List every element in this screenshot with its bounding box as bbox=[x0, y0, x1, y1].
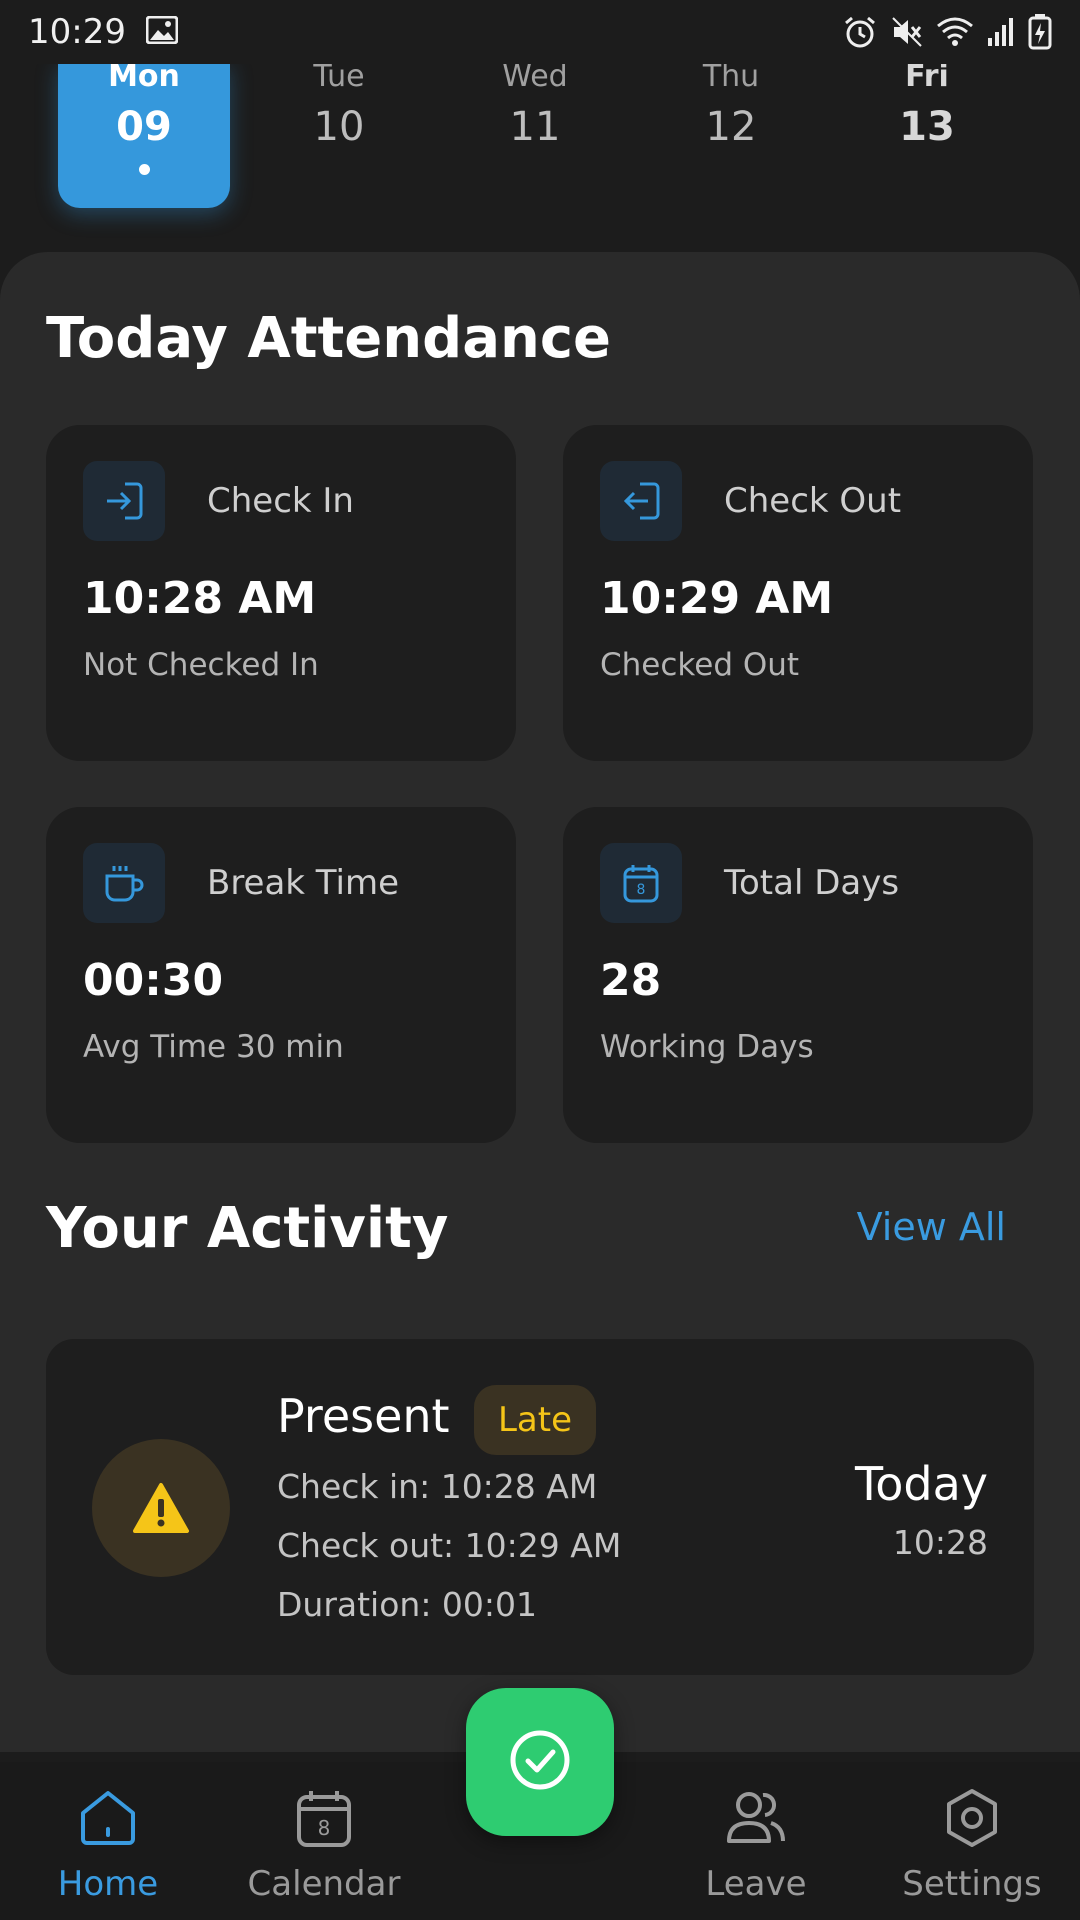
mute-icon bbox=[890, 15, 924, 49]
day-name: Tue bbox=[313, 62, 365, 94]
status-bar: 10:29 bbox=[0, 0, 1080, 64]
card-subtitle: Avg Time 30 min bbox=[83, 1029, 344, 1065]
day-number: 12 bbox=[705, 104, 757, 150]
check-out-card[interactable]: Check Out 10:29 AM Checked Out bbox=[563, 425, 1033, 761]
calendar-icon: 8 bbox=[600, 843, 682, 923]
day-number: 09 bbox=[116, 104, 172, 150]
image-icon bbox=[145, 15, 179, 48]
activity-time: 10:28 bbox=[892, 1523, 988, 1562]
main-panel: Today Attendance Check In 10:28 AM Not C… bbox=[0, 252, 1080, 1752]
card-label: Check Out bbox=[724, 481, 902, 521]
day-number: 11 bbox=[509, 104, 561, 150]
day-name: Fri bbox=[905, 62, 949, 94]
check-circle-icon bbox=[507, 1727, 573, 1797]
nav-settings[interactable]: Settings bbox=[872, 1780, 1072, 1904]
card-subtitle: Not Checked In bbox=[83, 647, 319, 683]
activity-card[interactable]: Present Late Check in: 10:28 AM Check ou… bbox=[46, 1339, 1034, 1675]
day-fri[interactable]: Fri 13 bbox=[842, 62, 1012, 150]
day-mon[interactable]: Mon 09 bbox=[58, 62, 230, 208]
card-value: 00:30 bbox=[83, 955, 224, 1006]
nav-label: Calendar bbox=[247, 1864, 401, 1904]
activity-check-in: Check in: 10:28 AM bbox=[277, 1467, 598, 1506]
activity-status: Present bbox=[277, 1389, 450, 1443]
nav-label: Leave bbox=[705, 1864, 807, 1904]
check-in-fab[interactable] bbox=[466, 1688, 614, 1836]
login-icon bbox=[83, 461, 165, 541]
day-name: Thu bbox=[702, 62, 760, 94]
day-name: Wed bbox=[502, 62, 568, 94]
day-tue[interactable]: Tue 10 bbox=[254, 62, 424, 150]
card-subtitle: Working Days bbox=[600, 1029, 814, 1065]
day-thu[interactable]: Thu 12 bbox=[646, 62, 816, 150]
total-days-card[interactable]: 8 Total Days 28 Working Days bbox=[563, 807, 1033, 1143]
signal-icon bbox=[986, 16, 1016, 48]
card-label: Break Time bbox=[207, 863, 400, 903]
battery-icon bbox=[1028, 14, 1052, 50]
card-value: 28 bbox=[600, 955, 662, 1006]
svg-text:8: 8 bbox=[637, 882, 646, 898]
card-value: 10:29 AM bbox=[600, 573, 834, 624]
card-label: Check In bbox=[207, 481, 354, 521]
warning-icon bbox=[92, 1439, 230, 1577]
late-badge: Late bbox=[474, 1385, 596, 1455]
attendance-title: Today Attendance bbox=[46, 306, 612, 371]
week-strip: Mon 09 Tue 10 Wed 11 Thu 12 Fri 13 bbox=[0, 40, 1080, 230]
nav-home[interactable]: Home bbox=[8, 1780, 208, 1904]
activity-title: Your Activity bbox=[46, 1196, 449, 1261]
activity-duration: Duration: 00:01 bbox=[277, 1585, 538, 1624]
nav-label: Home bbox=[57, 1864, 159, 1904]
break-time-card[interactable]: Break Time 00:30 Avg Time 30 min bbox=[46, 807, 516, 1143]
activity-day: Today bbox=[854, 1457, 988, 1511]
status-time: 10:29 bbox=[28, 12, 126, 52]
selected-dot bbox=[138, 164, 150, 175]
calendar-icon: 8 bbox=[224, 1780, 424, 1856]
nav-leave[interactable]: Leave bbox=[656, 1780, 856, 1904]
coffee-icon bbox=[83, 843, 165, 923]
nav-calendar[interactable]: 8 Calendar bbox=[224, 1780, 424, 1904]
card-subtitle: Checked Out bbox=[600, 647, 800, 683]
view-all-link[interactable]: View All bbox=[857, 1205, 1006, 1249]
card-value: 10:28 AM bbox=[83, 573, 317, 624]
alarm-icon bbox=[842, 15, 878, 49]
logout-icon bbox=[600, 461, 682, 541]
home-icon bbox=[8, 1780, 208, 1856]
users-icon bbox=[656, 1780, 856, 1856]
day-name: Mon bbox=[108, 62, 180, 94]
check-in-card[interactable]: Check In 10:28 AM Not Checked In bbox=[46, 425, 516, 761]
svg-text:8: 8 bbox=[318, 1816, 331, 1840]
card-label: Total Days bbox=[724, 863, 900, 903]
wifi-icon bbox=[936, 16, 974, 48]
day-wed[interactable]: Wed 11 bbox=[450, 62, 620, 150]
nav-label: Settings bbox=[902, 1864, 1042, 1904]
settings-icon bbox=[872, 1780, 1072, 1856]
activity-check-out: Check out: 10:29 AM bbox=[277, 1526, 622, 1565]
day-number: 13 bbox=[899, 104, 955, 150]
day-number: 10 bbox=[313, 104, 365, 150]
